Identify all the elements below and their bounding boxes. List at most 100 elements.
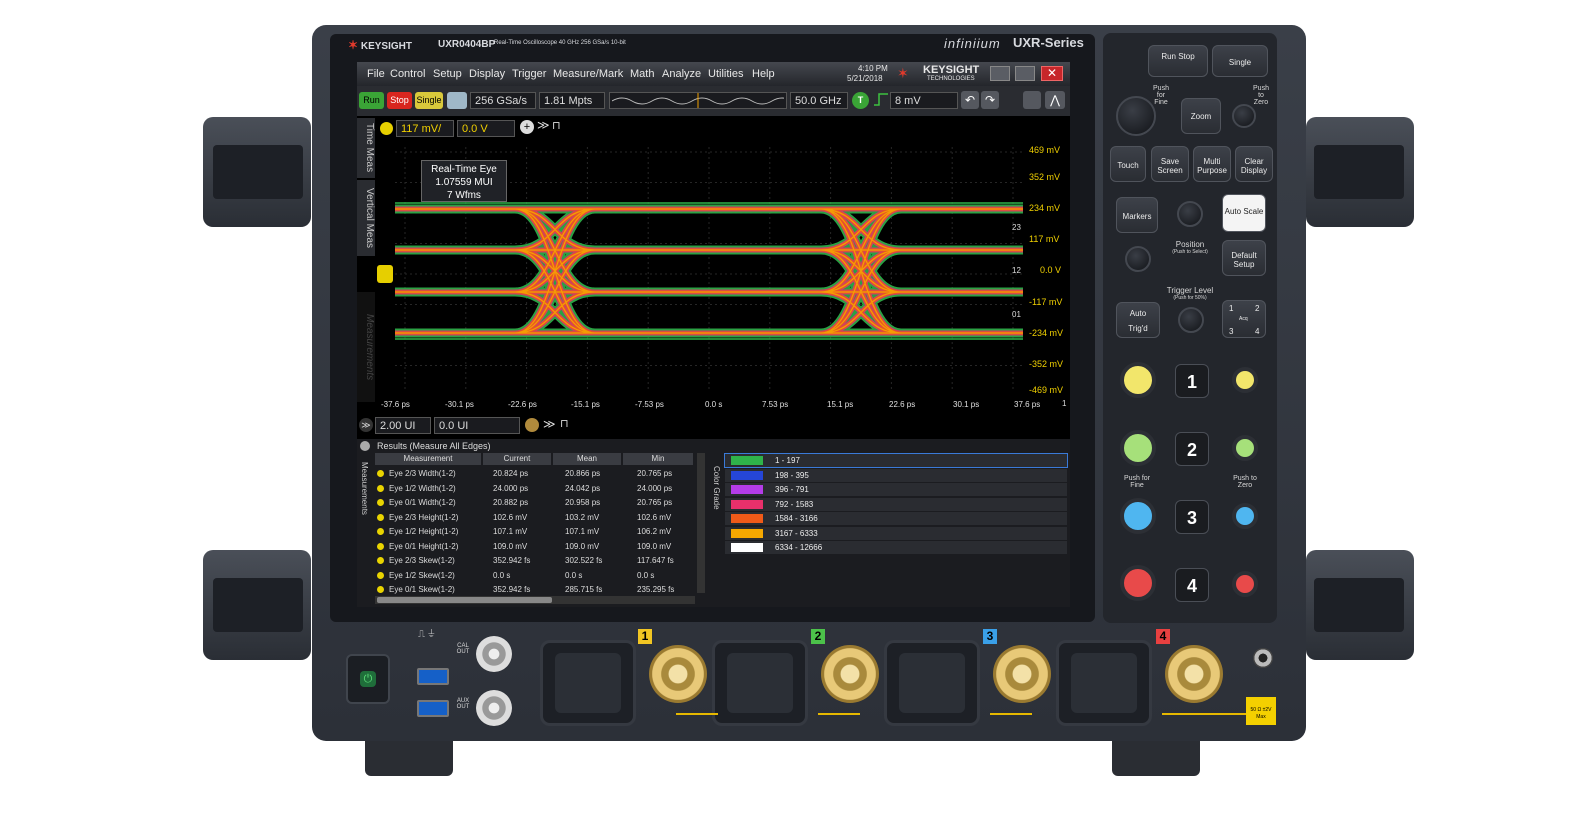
bandwidth-field[interactable]: 50.0 GHz bbox=[790, 92, 848, 109]
table-row[interactable]: Eye 1/2 Width(1-2) 24.000 ps 24.042 ps 24.0… bbox=[375, 482, 695, 496]
probe-slot-2[interactable] bbox=[712, 640, 808, 726]
acq-key-2[interactable]: 2 bbox=[1255, 304, 1259, 313]
color-grade-row[interactable]: 1 - 197 bbox=[724, 453, 1068, 468]
touch-key[interactable]: Touch bbox=[1110, 146, 1146, 182]
table-row[interactable]: Eye 2/3 Width(1-2) 20.824 ps 20.866 ps 20.7… bbox=[375, 467, 695, 481]
multi-purpose-key[interactable]: Multi Purpose bbox=[1193, 146, 1231, 182]
table-row[interactable]: Eye 0/1 Skew(1-2) 352.942 fs 285.715 fs 235… bbox=[375, 583, 695, 597]
color-grade-row[interactable]: 792 - 1583 bbox=[725, 497, 1067, 511]
color-grade-row[interactable]: 396 - 791 bbox=[725, 483, 1067, 496]
tab-color-grade[interactable]: Color Grade bbox=[709, 453, 721, 523]
acquire-keypad[interactable]: 1 2 Acq 3 4 bbox=[1222, 300, 1266, 338]
tab-measurements-side[interactable]: Measurements bbox=[357, 292, 375, 402]
column-min[interactable]: Min bbox=[623, 453, 693, 465]
channel1-offset-field[interactable]: 0.0 V bbox=[457, 120, 515, 137]
memory-depth-field[interactable]: 1.81 Mpts bbox=[539, 92, 605, 109]
channel3-input-connector[interactable] bbox=[993, 645, 1051, 703]
probe-slot-4[interactable] bbox=[1056, 640, 1152, 726]
menu-setup[interactable]: Setup bbox=[433, 68, 462, 80]
zoom-key[interactable]: Zoom bbox=[1181, 98, 1221, 134]
undo-icon[interactable]: ↶ bbox=[961, 91, 979, 109]
acquire-icon[interactable] bbox=[447, 92, 467, 109]
channel2-offset-knob[interactable] bbox=[1232, 435, 1258, 461]
horizontal-position-knob[interactable] bbox=[1232, 104, 1256, 128]
tab-vertical-meas[interactable]: Vertical Meas bbox=[357, 180, 375, 256]
channel4-scale-knob[interactable] bbox=[1120, 565, 1156, 601]
menu-control[interactable]: Control bbox=[390, 68, 425, 80]
single-button[interactable]: Single bbox=[415, 92, 443, 109]
channel-pin-icon[interactable]: ⊓ bbox=[552, 119, 561, 132]
column-current[interactable]: Current bbox=[483, 453, 551, 465]
channel3-offset-knob[interactable] bbox=[1232, 503, 1258, 529]
run-stop-key[interactable]: Run Stop bbox=[1148, 45, 1208, 77]
menu-help[interactable]: Help bbox=[752, 68, 775, 80]
timebase-position-field[interactable]: 0.0 UI bbox=[434, 417, 520, 434]
menu-measure-mark[interactable]: Measure/Mark bbox=[553, 68, 623, 80]
run-button[interactable]: Run bbox=[359, 92, 384, 109]
column-measurement[interactable]: Measurement bbox=[375, 453, 481, 465]
acq-key-acq[interactable]: Acq bbox=[1239, 316, 1248, 322]
channel3-scale-knob[interactable] bbox=[1120, 498, 1156, 534]
save-screen-key[interactable]: Save Screen bbox=[1151, 146, 1189, 182]
clear-display-key[interactable]: Clear Display bbox=[1235, 146, 1273, 182]
probe-slot-3[interactable] bbox=[884, 640, 980, 726]
color-grade-row[interactable]: 3167 - 6333 bbox=[725, 526, 1067, 540]
marker-knob[interactable] bbox=[1177, 201, 1203, 227]
channel1-scale-knob[interactable] bbox=[1120, 362, 1156, 398]
color-grade-row[interactable]: 6334 - 12666 bbox=[725, 541, 1067, 554]
channel1-key[interactable]: 1 bbox=[1175, 364, 1209, 398]
channel4-key[interactable]: 4 bbox=[1175, 568, 1209, 602]
aux-out-connector[interactable] bbox=[476, 690, 512, 726]
tab-measurements[interactable]: Measurements bbox=[357, 453, 369, 523]
default-setup-key[interactable]: Default Setup bbox=[1222, 240, 1266, 276]
table-row[interactable]: Eye 0/1 Width(1-2) 20.882 ps 20.958 ps 20.7… bbox=[375, 496, 695, 510]
channel2-input-connector[interactable] bbox=[821, 645, 879, 703]
menu-file[interactable]: File bbox=[367, 68, 385, 80]
timebase-scale-field[interactable]: 2.00 UI bbox=[375, 417, 431, 434]
results-gear-icon[interactable] bbox=[360, 441, 370, 451]
horizontal-scale-knob[interactable] bbox=[1116, 96, 1156, 136]
cal-out-connector[interactable] bbox=[476, 636, 512, 672]
restore-button[interactable] bbox=[1015, 66, 1035, 81]
timebase-expand-icon[interactable]: ≫ bbox=[543, 417, 556, 431]
column-mean[interactable]: Mean bbox=[553, 453, 621, 465]
auto-scale-key[interactable]: Auto Scale bbox=[1222, 194, 1266, 232]
auto-key[interactable]: Auto Trig'd bbox=[1116, 302, 1160, 338]
channel2-scale-knob[interactable] bbox=[1120, 430, 1156, 466]
single-key[interactable]: Single bbox=[1212, 45, 1268, 77]
acq-key-3[interactable]: 3 bbox=[1229, 327, 1233, 336]
channel4-offset-knob[interactable] bbox=[1232, 571, 1258, 597]
channel-add-icon[interactable]: + bbox=[520, 120, 534, 134]
redo-icon[interactable]: ↷ bbox=[981, 91, 999, 109]
menu-utilities[interactable]: Utilities bbox=[708, 68, 743, 80]
channel1-scale-field[interactable]: 117 mV/ bbox=[396, 120, 454, 137]
table-row[interactable]: Eye 1/2 Skew(1-2) 0.0 s 0.0 s 0.0 s bbox=[375, 569, 695, 583]
channel3-key[interactable]: 3 bbox=[1175, 500, 1209, 534]
timebase-knob-icon[interactable] bbox=[525, 418, 539, 432]
channel1-ground-marker[interactable] bbox=[377, 265, 393, 283]
usb-port-1[interactable] bbox=[417, 668, 449, 685]
trigger-badge[interactable]: T bbox=[852, 92, 869, 109]
channel2-key[interactable]: 2 bbox=[1175, 432, 1209, 466]
markers-key[interactable]: Markers bbox=[1116, 197, 1158, 233]
results-vertical-scrollbar[interactable] bbox=[697, 453, 705, 593]
menu-trigger[interactable]: Trigger bbox=[512, 68, 546, 80]
time-bar-expand-icon[interactable]: ≫ bbox=[359, 418, 373, 432]
sample-rate-field[interactable]: 256 GSa/s bbox=[470, 92, 536, 109]
channel1-offset-knob[interactable] bbox=[1232, 367, 1258, 393]
channel4-input-connector[interactable] bbox=[1165, 645, 1223, 703]
trigger-level-knob[interactable] bbox=[1178, 307, 1204, 333]
color-grade-row[interactable]: 198 - 395 bbox=[725, 468, 1067, 482]
tab-time-meas[interactable]: Time Meas bbox=[357, 118, 375, 178]
menu-math[interactable]: Math bbox=[630, 68, 654, 80]
vertical-position-knob[interactable] bbox=[1125, 246, 1151, 272]
table-row[interactable]: Eye 2/3 Height(1-2) 102.6 mV 103.2 mV 102.6… bbox=[375, 511, 695, 525]
color-grade-row[interactable]: 1584 - 3166 bbox=[725, 512, 1067, 525]
acq-key-4[interactable]: 4 bbox=[1255, 327, 1259, 336]
ground-jack[interactable] bbox=[1253, 648, 1273, 668]
edge-trigger-icon[interactable] bbox=[873, 92, 889, 107]
channel-expand-icon[interactable]: ≫ bbox=[537, 118, 550, 132]
results-horizontal-scrollbar[interactable] bbox=[375, 596, 695, 604]
channel1-input-connector[interactable] bbox=[649, 645, 707, 703]
timebase-pin-icon[interactable]: ⊓ bbox=[560, 417, 569, 430]
